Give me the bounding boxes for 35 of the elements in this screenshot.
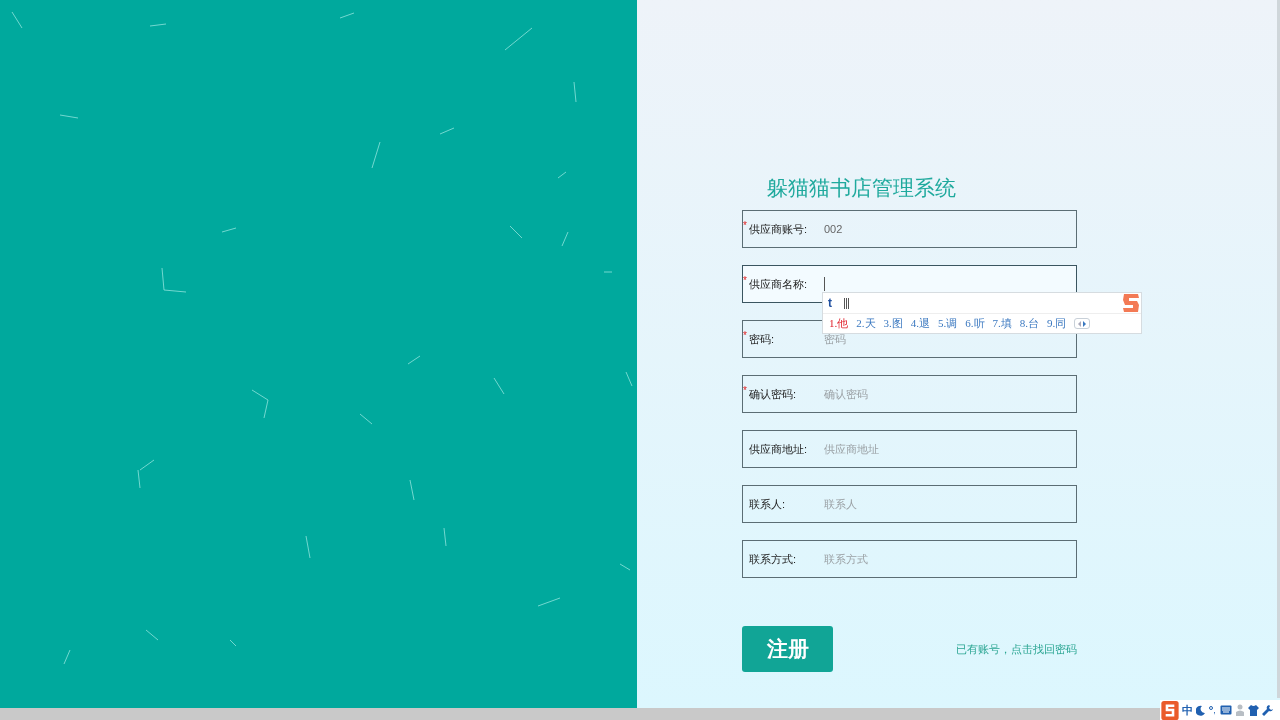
input-field[interactable]: 密码 bbox=[824, 330, 1024, 348]
wrench-icon[interactable] bbox=[1262, 704, 1273, 716]
input-mode-toggle[interactable]: 中 bbox=[1182, 701, 1193, 719]
input-field[interactable]: 确认密码 bbox=[824, 385, 1024, 403]
input-field[interactable]: 供应商地址 bbox=[824, 440, 1024, 458]
required-mark: * bbox=[743, 276, 747, 286]
field-value: 002 bbox=[824, 221, 843, 237]
form-field[interactable]: 联系人: 联系人 bbox=[742, 485, 1077, 523]
ime-logo-icon bbox=[1121, 292, 1141, 314]
field-label: 联系人: bbox=[749, 496, 787, 512]
field-label: 密码: bbox=[749, 331, 776, 347]
required-mark: * bbox=[743, 386, 747, 396]
field-label: 供应商地址: bbox=[749, 441, 809, 457]
field-label: 供应商账号: bbox=[749, 221, 809, 237]
punctuation-icon[interactable] bbox=[1209, 704, 1217, 716]
shirt-icon[interactable] bbox=[1248, 704, 1259, 716]
ime-logo-icon[interactable] bbox=[1161, 700, 1179, 720]
form-field[interactable]: 供应商地址: 供应商地址 bbox=[742, 430, 1077, 468]
form-field[interactable]: * 确认密码: 确认密码 bbox=[742, 375, 1077, 413]
input-field[interactable]: 联系人 bbox=[824, 495, 1024, 513]
recover-link[interactable]: 已有账号，点击找回密码 bbox=[956, 640, 1077, 658]
moon-icon[interactable] bbox=[1196, 704, 1206, 716]
field-label: 联系方式: bbox=[749, 551, 798, 567]
field-label: 供应商名称: bbox=[749, 276, 809, 292]
form-field[interactable]: * 供应商账号: 002 bbox=[742, 210, 1077, 248]
input-field[interactable]: 联系方式 bbox=[824, 550, 1024, 568]
form-field[interactable]: 联系方式: 联系方式 bbox=[742, 540, 1077, 578]
required-mark: * bbox=[743, 331, 747, 341]
register-button[interactable]: 注册 bbox=[742, 626, 833, 672]
required-mark: * bbox=[743, 221, 747, 231]
text-cursor bbox=[824, 277, 825, 291]
page-arrows-icon[interactable] bbox=[1074, 318, 1091, 329]
app-title: 躲猫猫书店管理系统 bbox=[766, 175, 957, 201]
field-label: 确认密码: bbox=[749, 386, 798, 402]
keyboard-icon[interactable] bbox=[1220, 705, 1232, 715]
